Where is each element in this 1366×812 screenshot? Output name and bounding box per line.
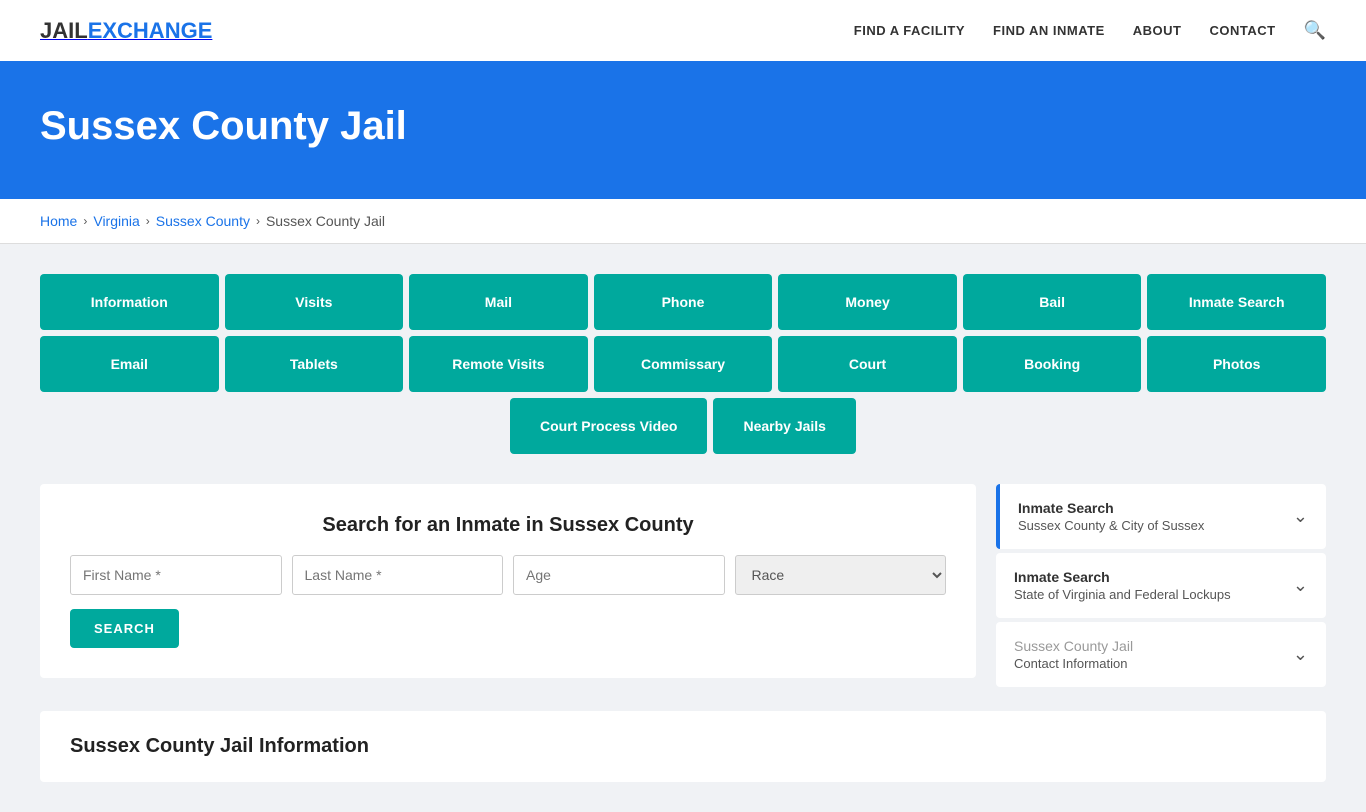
search-icon-button[interactable]: 🔍 bbox=[1304, 20, 1326, 41]
nav-about[interactable]: ABOUT bbox=[1133, 23, 1182, 38]
btn-booking[interactable]: Booking bbox=[963, 336, 1142, 392]
btn-visits[interactable]: Visits bbox=[225, 274, 404, 330]
nav-contact[interactable]: CONTACT bbox=[1209, 23, 1275, 38]
last-name-input[interactable] bbox=[292, 555, 504, 595]
btn-court-process-video[interactable]: Court Process Video bbox=[510, 398, 707, 454]
breadcrumb-home[interactable]: Home bbox=[40, 213, 77, 229]
breadcrumb-sep-1: › bbox=[83, 214, 87, 228]
sidebar-item-virginia-subtitle: State of Virginia and Federal Lockups bbox=[1014, 587, 1231, 602]
search-name-row: Race White Black Hispanic Asian Other bbox=[70, 555, 946, 595]
sidebar-item-sussex-text: Inmate Search Sussex County & City of Su… bbox=[1018, 500, 1204, 533]
btn-remote-visits[interactable]: Remote Visits bbox=[409, 336, 588, 392]
btn-nearby-jails[interactable]: Nearby Jails bbox=[713, 398, 856, 454]
bottom-title: Sussex County Jail Information bbox=[70, 735, 1296, 758]
breadcrumb-current: Sussex County Jail bbox=[266, 213, 385, 229]
sidebar-item-virginia-header[interactable]: Inmate Search State of Virginia and Fede… bbox=[996, 553, 1326, 618]
sidebar-item-contact-subtitle: Contact Information bbox=[1014, 656, 1133, 671]
nav-find-facility[interactable]: FIND A FACILITY bbox=[854, 23, 965, 38]
btn-mail[interactable]: Mail bbox=[409, 274, 588, 330]
sidebar-item-contact-title: Sussex County Jail bbox=[1014, 638, 1133, 654]
button-grid-row2: Email Tablets Remote Visits Commissary C… bbox=[40, 336, 1326, 392]
search-form-box: Search for an Inmate in Sussex County Ra… bbox=[40, 484, 976, 678]
logo[interactable]: JAILEXCHANGE bbox=[40, 18, 212, 44]
sidebar-item-virginia-title: Inmate Search bbox=[1014, 569, 1231, 585]
bottom-content: Sussex County Jail Information bbox=[40, 711, 1326, 782]
race-select[interactable]: Race White Black Hispanic Asian Other bbox=[735, 555, 947, 595]
btn-phone[interactable]: Phone bbox=[594, 274, 773, 330]
breadcrumb-sep-2: › bbox=[146, 214, 150, 228]
first-name-input[interactable] bbox=[70, 555, 282, 595]
hero-section: Sussex County Jail bbox=[0, 64, 1366, 199]
chevron-down-icon-3: ⌄ bbox=[1293, 644, 1308, 665]
sidebar-item-sussex-subtitle: Sussex County & City of Sussex bbox=[1018, 518, 1204, 533]
age-input[interactable] bbox=[513, 555, 725, 595]
button-grid-row1: Information Visits Mail Phone Money Bail… bbox=[40, 274, 1326, 330]
sidebar-item-sussex-header[interactable]: Inmate Search Sussex County & City of Su… bbox=[1000, 484, 1326, 549]
chevron-down-icon: ⌄ bbox=[1293, 506, 1308, 527]
lower-section: Search for an Inmate in Sussex County Ra… bbox=[40, 484, 1326, 691]
btn-court[interactable]: Court bbox=[778, 336, 957, 392]
breadcrumb: Home › Virginia › Sussex County › Sussex… bbox=[40, 213, 1326, 229]
sidebar-item-sussex[interactable]: Inmate Search Sussex County & City of Su… bbox=[996, 484, 1326, 549]
search-form-title: Search for an Inmate in Sussex County bbox=[70, 514, 946, 537]
nav-links: FIND A FACILITY FIND AN INMATE ABOUT CON… bbox=[854, 20, 1326, 41]
button-grid-row3: Court Process Video Nearby Jails bbox=[40, 398, 1326, 454]
btn-photos[interactable]: Photos bbox=[1147, 336, 1326, 392]
btn-commissary[interactable]: Commissary bbox=[594, 336, 773, 392]
sidebar: Inmate Search Sussex County & City of Su… bbox=[996, 484, 1326, 691]
page-title: Sussex County Jail bbox=[40, 104, 1326, 149]
breadcrumb-bar: Home › Virginia › Sussex County › Sussex… bbox=[0, 199, 1366, 244]
btn-inmate-search[interactable]: Inmate Search bbox=[1147, 274, 1326, 330]
sidebar-item-virginia[interactable]: Inmate Search State of Virginia and Fede… bbox=[996, 553, 1326, 618]
nav-find-inmate[interactable]: FIND AN INMATE bbox=[993, 23, 1105, 38]
btn-information[interactable]: Information bbox=[40, 274, 219, 330]
sidebar-item-virginia-text: Inmate Search State of Virginia and Fede… bbox=[1014, 569, 1231, 602]
sidebar-item-contact-header[interactable]: Sussex County Jail Contact Information ⌄ bbox=[996, 622, 1326, 687]
breadcrumb-sep-3: › bbox=[256, 214, 260, 228]
btn-bail[interactable]: Bail bbox=[963, 274, 1142, 330]
btn-money[interactable]: Money bbox=[778, 274, 957, 330]
main-content: Information Visits Mail Phone Money Bail… bbox=[0, 244, 1366, 812]
btn-email[interactable]: Email bbox=[40, 336, 219, 392]
btn-tablets[interactable]: Tablets bbox=[225, 336, 404, 392]
search-button[interactable]: SEARCH bbox=[70, 609, 179, 648]
sidebar-item-sussex-title: Inmate Search bbox=[1018, 500, 1204, 516]
breadcrumb-sussex-county[interactable]: Sussex County bbox=[156, 213, 250, 229]
sidebar-item-contact[interactable]: Sussex County Jail Contact Information ⌄ bbox=[996, 622, 1326, 687]
sidebar-item-contact-text: Sussex County Jail Contact Information bbox=[1014, 638, 1133, 671]
chevron-down-icon-2: ⌄ bbox=[1293, 575, 1308, 596]
navbar: JAILEXCHANGE FIND A FACILITY FIND AN INM… bbox=[0, 0, 1366, 64]
breadcrumb-virginia[interactable]: Virginia bbox=[93, 213, 139, 229]
